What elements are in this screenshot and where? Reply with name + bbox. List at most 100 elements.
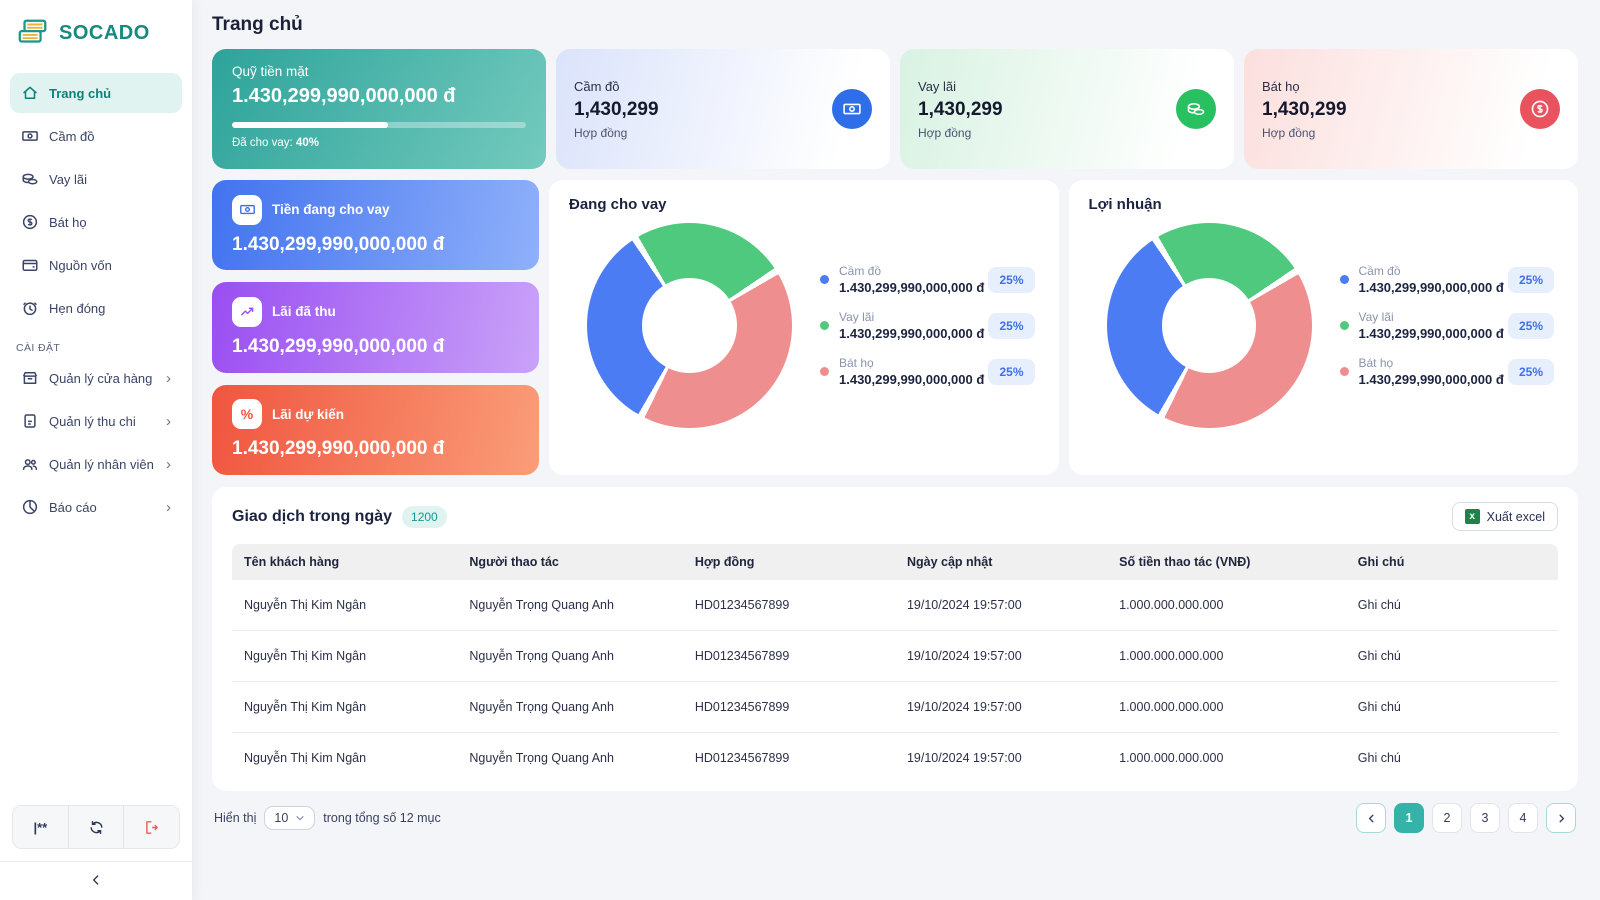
chart-legend: Cầm đồ 1.430,299,990,000,000 đ 25% Vay l… <box>820 264 1035 387</box>
sidebar-item-label: Nguồn vốn <box>49 258 112 273</box>
lai-du-kien-card: % Lãi dự kiến 1.430,299,990,000,000 đ <box>212 385 539 475</box>
logout-button[interactable] <box>123 806 179 848</box>
sidebar-item-vay-lai[interactable]: Vay lãi <box>10 159 182 199</box>
loi-nhuan-chart-panel: Lợi nhuận Cầm đồ 1.430,299,990,000,000 đ… <box>1069 180 1579 475</box>
column-header: Ghi chú <box>1346 544 1558 580</box>
sidebar-item-cam-do[interactable]: Cầm đồ <box>10 116 182 156</box>
sidebar-item-nguon-von[interactable]: Nguồn vốn <box>10 245 182 285</box>
export-excel-button[interactable]: x Xuất excel <box>1452 502 1558 531</box>
pie-chart-icon <box>21 498 39 516</box>
card-title: Bát họ <box>1262 79 1347 94</box>
gradient-cards-stack: Tiền đang cho vay 1.430,299,990,000,000 … <box>212 180 539 475</box>
cam-do-card: Cầm đồ 1,430,299 Hợp đồng <box>556 49 890 169</box>
card-value: 1,430,299 <box>1262 99 1347 121</box>
sidebar-item-label: Quản lý thu chi <box>49 414 136 429</box>
table-row[interactable]: Nguyễn Thị Kim NgânNguyễn Trọng Quang An… <box>232 682 1558 733</box>
storefront-icon <box>21 369 39 387</box>
main-nav: Trang chủ Cầm đồ Vay lãi Bát họ Nguồn vố… <box>0 64 192 530</box>
card-title: Lãi đã thu <box>272 304 336 319</box>
table-row[interactable]: Nguyễn Thị Kim NgânNguyễn Trọng Quang An… <box>232 580 1558 631</box>
chart-legend: Cầm đồ 1.430,299,990,000,000 đ 25% Vay l… <box>1340 264 1555 387</box>
pagination: 1 2 3 4 <box>1356 803 1576 833</box>
sidebar-item-label: Bát họ <box>49 215 87 230</box>
card-unit: Hợp đồng <box>918 126 1003 140</box>
sidebar-item-quan-ly-nhan-vien[interactable]: Quản lý nhân viên › <box>10 444 182 484</box>
card-value: 1.430,299,990,000,000 đ <box>232 336 519 358</box>
sidebar-collapse-button[interactable] <box>0 861 192 900</box>
page-size-select[interactable]: 10 <box>264 806 315 830</box>
legend-item: Cầm đồ 1.430,299,990,000,000 đ 25% <box>1340 264 1555 295</box>
chart-title: Đang cho vay <box>569 196 1039 213</box>
table-row[interactable]: Nguyễn Thị Kim NgânNguyễn Trọng Quang An… <box>232 733 1558 784</box>
excel-icon: x <box>1465 509 1480 524</box>
password-icon: |** <box>33 820 47 835</box>
donut-chart <box>587 223 792 428</box>
legend-dot <box>820 321 829 330</box>
chevron-right-icon: › <box>166 500 171 515</box>
card-value: 1.430,299,990,000,000 đ <box>232 438 519 460</box>
page-button-4[interactable]: 4 <box>1508 803 1538 833</box>
percent-badge: 25% <box>1508 359 1554 385</box>
users-icon <box>21 455 39 473</box>
refresh-button[interactable] <box>68 806 124 848</box>
sidebar-item-label: Quản lý nhân viên <box>49 457 154 472</box>
coins-icon <box>21 170 39 188</box>
card-value: 1.430,299,990,000,000 đ <box>232 234 519 256</box>
chevron-right-icon: › <box>166 414 171 429</box>
receipt-icon <box>21 412 39 430</box>
refresh-icon <box>88 819 105 836</box>
percent-badge: 25% <box>1508 267 1554 293</box>
legend-item: Bát họ 1.430,299,990,000,000 đ 25% <box>1340 356 1555 387</box>
change-password-button[interactable]: |** <box>13 806 68 848</box>
legend-dot <box>820 275 829 284</box>
transactions-table: Tên khách hàng Người thao tác Hợp đồng N… <box>232 544 1558 783</box>
table-header-row: Tên khách hàng Người thao tác Hợp đồng N… <box>232 544 1558 580</box>
charts-row: Tiền đang cho vay 1.430,299,990,000,000 … <box>212 180 1578 475</box>
next-page-button[interactable] <box>1546 803 1576 833</box>
legend-dot <box>1340 275 1349 284</box>
page-button-3[interactable]: 3 <box>1470 803 1500 833</box>
percent-badge: 25% <box>988 359 1034 385</box>
sidebar-item-label: Vay lãi <box>49 172 87 187</box>
legend-item: Vay lãi 1.430,299,990,000,000 đ 25% <box>1340 310 1555 341</box>
chevron-right-icon: › <box>166 371 171 386</box>
card-title: Vay lãi <box>918 79 1003 94</box>
sidebar-item-hen-dong[interactable]: Hẹn đóng <box>10 288 182 328</box>
dollar-circle-icon <box>1520 89 1560 129</box>
transactions-title: Giao dịch trong ngày <box>232 508 392 526</box>
column-header: Tên khách hàng <box>232 544 457 580</box>
card-unit: Hợp đồng <box>574 126 659 140</box>
prev-page-button[interactable] <box>1356 803 1386 833</box>
donut-chart <box>1107 223 1312 428</box>
page-button-1[interactable]: 1 <box>1394 803 1424 833</box>
legend-item: Bát họ 1.430,299,990,000,000 đ 25% <box>820 356 1035 387</box>
sidebar-item-quan-ly-cua-hang[interactable]: Quản lý cửa hàng › <box>10 358 182 398</box>
legend-item: Vay lãi 1.430,299,990,000,000 đ 25% <box>820 310 1035 341</box>
card-title: Tiền đang cho vay <box>272 202 390 217</box>
table-row[interactable]: Nguyễn Thị Kim NgânNguyễn Trọng Quang An… <box>232 631 1558 682</box>
chart-title: Lợi nhuận <box>1089 196 1559 213</box>
column-header: Người thao tác <box>457 544 682 580</box>
percent-badge: 25% <box>988 267 1034 293</box>
sidebar-item-trang-chu[interactable]: Trang chủ <box>10 73 182 113</box>
chevron-right-icon: › <box>166 457 171 472</box>
transactions-panel: Giao dịch trong ngày 1200 x Xuất excel T… <box>212 487 1578 791</box>
logout-icon <box>143 819 160 836</box>
cash-fund-card: Quỹ tiền mặt 1.430,299,990,000,000 đ Đã … <box>212 49 546 169</box>
home-icon <box>21 84 39 102</box>
card-title: Lãi dự kiến <box>272 407 344 422</box>
banknote-icon <box>832 89 872 129</box>
cash-fund-value: 1.430,299,990,000,000 đ <box>232 85 526 108</box>
main-content: Trang chủ Quỹ tiền mặt 1.430,299,990,000… <box>192 0 1600 900</box>
bat-ho-card: Bát họ 1,430,299 Hợp đồng <box>1244 49 1578 169</box>
page-button-2[interactable]: 2 <box>1432 803 1462 833</box>
percent-badge: 25% <box>988 313 1034 339</box>
transactions-count-badge: 1200 <box>402 506 447 528</box>
percent-icon: % <box>232 399 262 429</box>
settings-section-label: CÀI ĐẶT <box>16 342 176 354</box>
sidebar-toolbar: |** <box>12 805 180 849</box>
sidebar-item-bat-ho[interactable]: Bát họ <box>10 202 182 242</box>
sidebar-item-label: Quản lý cửa hàng <box>49 371 152 386</box>
sidebar-item-bao-cao[interactable]: Báo cáo › <box>10 487 182 527</box>
sidebar-item-quan-ly-thu-chi[interactable]: Quản lý thu chi › <box>10 401 182 441</box>
